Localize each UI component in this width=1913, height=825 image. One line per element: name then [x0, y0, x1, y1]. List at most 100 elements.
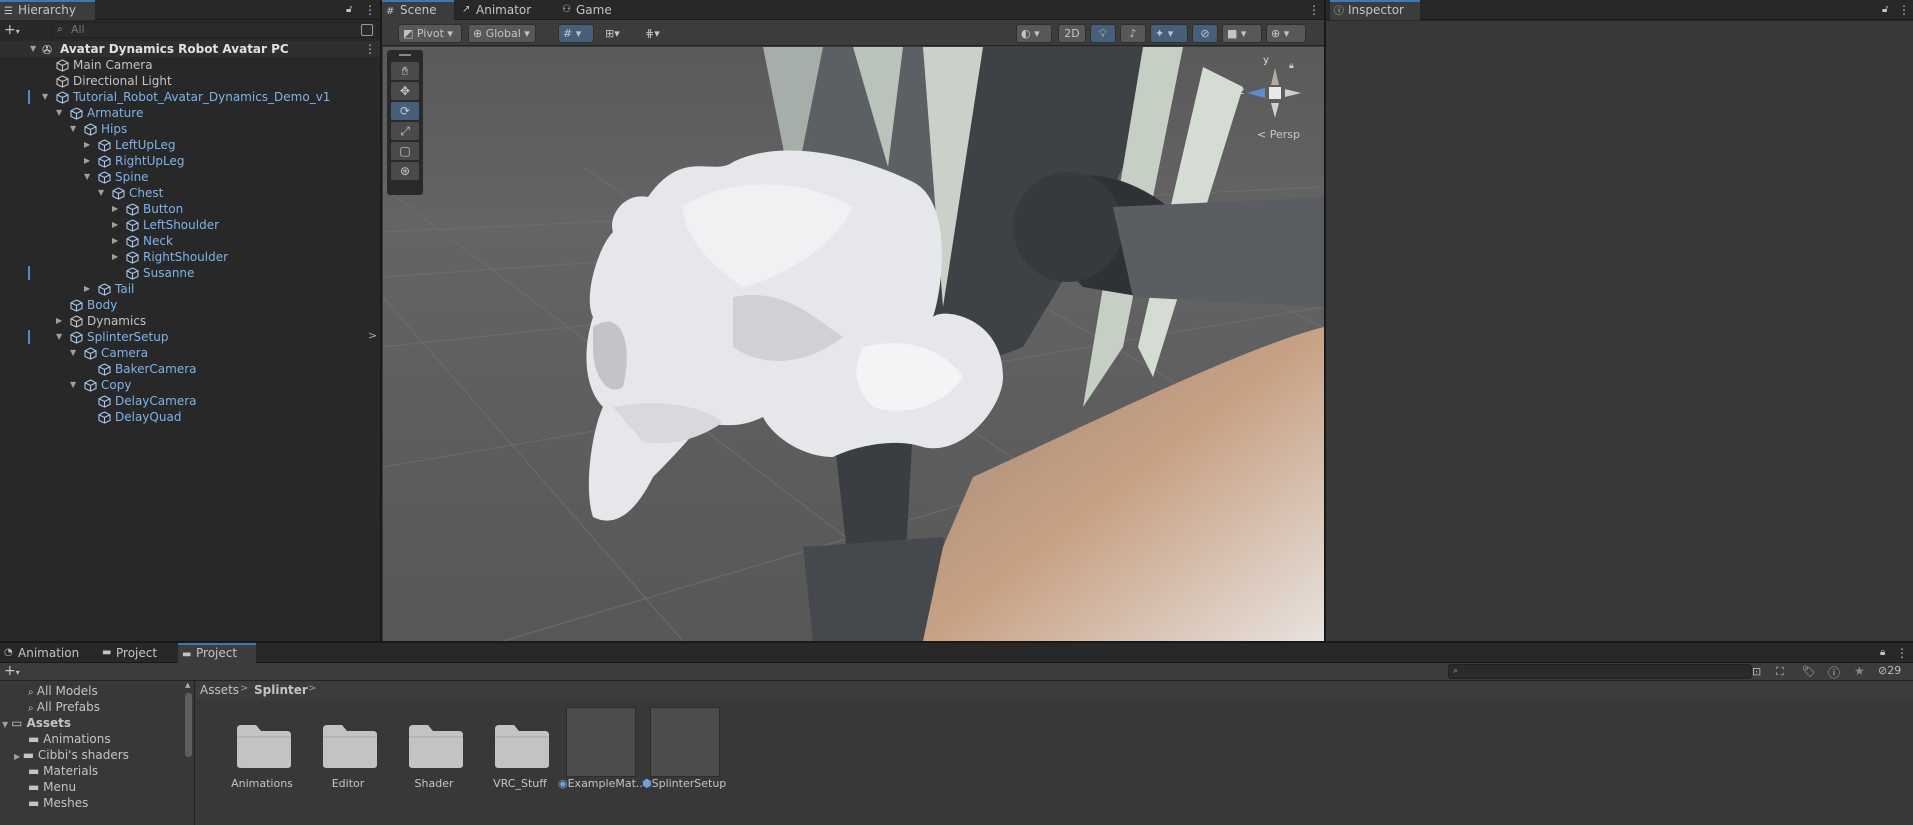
expand-arrow-icon[interactable]: ▶ — [112, 233, 122, 249]
tab-game[interactable]: ⚇ Game — [558, 0, 628, 20]
hierarchy-item[interactable]: DelayQuad — [0, 409, 380, 425]
expand-arrow-icon[interactable]: ▼ — [84, 169, 94, 185]
hierarchy-search-input[interactable]: ⌕ All — [52, 22, 378, 38]
perspective-label[interactable]: < Persp — [1257, 128, 1300, 141]
expand-arrow-icon[interactable]: ▼ — [56, 329, 66, 345]
hierarchy-item[interactable]: ▶ Dynamics — [0, 313, 380, 329]
asset-item[interactable]: Editor — [306, 707, 390, 819]
search-by-type-icon[interactable] — [361, 24, 373, 36]
drag-handle-icon[interactable] — [399, 54, 411, 56]
scene-root-row[interactable]: ▼ ✇ Avatar Dynamics Robot Avatar PC ⋮ — [0, 41, 380, 57]
hierarchy-item[interactable]: ▼ Chest — [0, 185, 380, 201]
hierarchy-item[interactable]: ▼ Hips — [0, 121, 380, 137]
shading-mode-dropdown[interactable]: ◐ ▾ — [1016, 24, 1052, 43]
hierarchy-item[interactable]: ▶ LeftUpLeg — [0, 137, 380, 153]
audio-toggle[interactable]: ♪ — [1120, 24, 1146, 43]
folder-tree-scrollbar[interactable]: ▲ — [184, 681, 193, 825]
tab-animation[interactable]: ◔ Animation — [0, 643, 94, 663]
more-menu-icon[interactable]: ⋮ — [364, 41, 376, 57]
effects-dropdown[interactable]: ✦ ▾ — [1150, 24, 1188, 43]
tab-hierarchy[interactable]: ☰ Hierarchy — [0, 0, 95, 20]
hierarchy-item[interactable]: Directional Light — [0, 73, 380, 89]
hierarchy-item[interactable]: ▶ LeftShoulder — [0, 217, 380, 233]
search-by-type-icon[interactable]: ⊡ — [1752, 665, 1761, 678]
more-menu-icon[interactable]: ⋮ — [1308, 3, 1320, 17]
log-filter-icon[interactable]: ⓘ — [1828, 664, 1840, 681]
expand-arrow-icon[interactable]: ▼ — [70, 377, 80, 393]
rotate-tool-button[interactable]: ⟳ — [391, 102, 419, 120]
hierarchy-item[interactable]: ▼ Armature — [0, 105, 380, 121]
hierarchy-item[interactable]: ▼ Spine — [0, 169, 380, 185]
hierarchy-item[interactable]: ▼ Camera — [0, 345, 380, 361]
create-asset-button[interactable]: +▾ — [4, 663, 28, 679]
more-menu-icon[interactable]: ⋮ — [1896, 646, 1908, 660]
hierarchy-item[interactable]: ▶ Tail — [0, 281, 380, 297]
scene-viewport[interactable]: ✋︎ ✥ ⟳ ⤢ ▢ ⊛ y z 🔒︎ < Persp — [383, 47, 1324, 641]
scene-visibility-toggle[interactable]: ⊘ — [1192, 24, 1218, 43]
pivot-dropdown[interactable]: ◩ Pivot ▾ — [398, 24, 462, 43]
asset-item[interactable]: ⬢SplinterSetup — [642, 707, 726, 819]
camera-settings-dropdown[interactable]: ■ ▾ — [1222, 24, 1262, 43]
expand-arrow-icon[interactable]: ▼ — [42, 89, 52, 105]
hierarchy-item[interactable]: Body — [0, 297, 380, 313]
hierarchy-item[interactable]: Main Camera — [0, 57, 380, 73]
hierarchy-item[interactable]: BakerCamera — [0, 361, 380, 377]
hierarchy-item[interactable]: ▼ Copy — [0, 377, 380, 393]
add-object-button[interactable]: +▾ — [4, 22, 28, 38]
hierarchy-item[interactable]: ▶ RightShoulder — [0, 249, 380, 265]
folder-materials[interactable]: ▬ Materials — [28, 763, 98, 779]
lock-icon[interactable]: 🔓︎ — [346, 4, 356, 16]
tab-project-1[interactable]: ▬ Project — [98, 643, 174, 663]
expand-arrow-icon[interactable]: ▶ — [84, 137, 94, 153]
expand-arrow-icon[interactable]: ▶ — [112, 249, 122, 265]
2d-toggle[interactable]: 2D — [1058, 24, 1086, 43]
increment-snap-button[interactable]: ⊞▾ — [600, 24, 630, 43]
assets-root[interactable]: ▼ ▭ Assets — [2, 715, 71, 731]
lighting-toggle[interactable]: 💡︎ — [1090, 24, 1116, 43]
expand-arrow-icon[interactable]: ▼ — [70, 345, 80, 361]
hierarchy-item[interactable]: ▼ Tutorial_Robot_Avatar_Dynamics_Demo_v1 — [0, 89, 380, 105]
folder-cibbis-shaders[interactable]: ▶ ▬ Cibbi's shaders — [14, 747, 129, 763]
transform-tool-button[interactable]: ⊛ — [391, 162, 419, 180]
hidden-packages-toggle[interactable]: ⊘29 — [1878, 664, 1901, 677]
label-filter-icon[interactable]: 🏷︎ — [1802, 665, 1816, 678]
tab-scene[interactable]: # Scene — [382, 0, 454, 20]
global-dropdown[interactable]: ⊕ Global ▾ — [468, 24, 536, 43]
asset-item[interactable]: VRC_Stuff — [478, 707, 562, 819]
more-menu-icon[interactable]: ⋮ — [1898, 3, 1910, 17]
orientation-gizmo[interactable]: y z 🔒︎ < Persp — [1229, 53, 1319, 153]
scroll-up-icon[interactable]: ▲ — [185, 681, 190, 689]
favorite-all-prefabs[interactable]: ⌕ All Prefabs — [28, 699, 100, 715]
tab-project-2[interactable]: ▬ Project — [178, 643, 256, 663]
asset-item[interactable]: ◉ExampleMat... — [558, 707, 642, 819]
scale-tool-button[interactable]: ⤢ — [391, 122, 419, 140]
hand-tool-button[interactable]: ✋︎ — [391, 62, 419, 80]
hierarchy-item[interactable]: ▶ RightUpLeg — [0, 153, 380, 169]
hierarchy-item[interactable]: Susanne — [0, 265, 380, 281]
hierarchy-item[interactable]: DelayCamera — [0, 393, 380, 409]
scrollbar-thumb[interactable] — [185, 693, 192, 757]
rect-tool-button[interactable]: ▢ — [391, 142, 419, 160]
favorite-all-models[interactable]: ⌕ All Models — [28, 683, 98, 699]
asset-item[interactable]: Shader — [392, 707, 476, 819]
hierarchy-item[interactable]: ▼ SplinterSetup — [0, 329, 380, 345]
grid-snap-button[interactable]: # ▾ — [558, 24, 594, 43]
folder-meshes[interactable]: ▬ Meshes — [28, 795, 88, 811]
more-menu-icon[interactable]: ⋮ — [364, 3, 376, 17]
folder-animations[interactable]: ▬ Animations — [28, 731, 111, 747]
expand-arrow-icon[interactable]: ▼ — [30, 41, 40, 57]
favorite-star-icon[interactable]: ★ — [1854, 664, 1865, 678]
expand-arrow-icon[interactable]: ▶ — [112, 201, 122, 217]
gizmos-dropdown[interactable]: ⊕ ▾ — [1266, 24, 1306, 43]
lock-icon[interactable]: 🔒︎ — [1880, 647, 1890, 659]
tab-animator[interactable]: ↗ Animator — [458, 0, 546, 20]
filter-type-icon[interactable]: ⛶ — [1776, 665, 1784, 679]
move-tool-button[interactable]: ✥ — [391, 82, 419, 100]
project-search-input[interactable]: ⌕ — [1448, 664, 1752, 679]
hierarchy-item[interactable]: ▶ Neck — [0, 233, 380, 249]
expand-arrow-icon[interactable]: ▶ — [112, 217, 122, 233]
align-tool-button[interactable]: ⋕▾ — [640, 24, 674, 43]
expand-arrow-icon[interactable]: ▼ — [56, 105, 66, 121]
tab-inspector[interactable]: ⓘ Inspector — [1330, 0, 1420, 20]
asset-item[interactable]: Animations — [220, 707, 304, 819]
